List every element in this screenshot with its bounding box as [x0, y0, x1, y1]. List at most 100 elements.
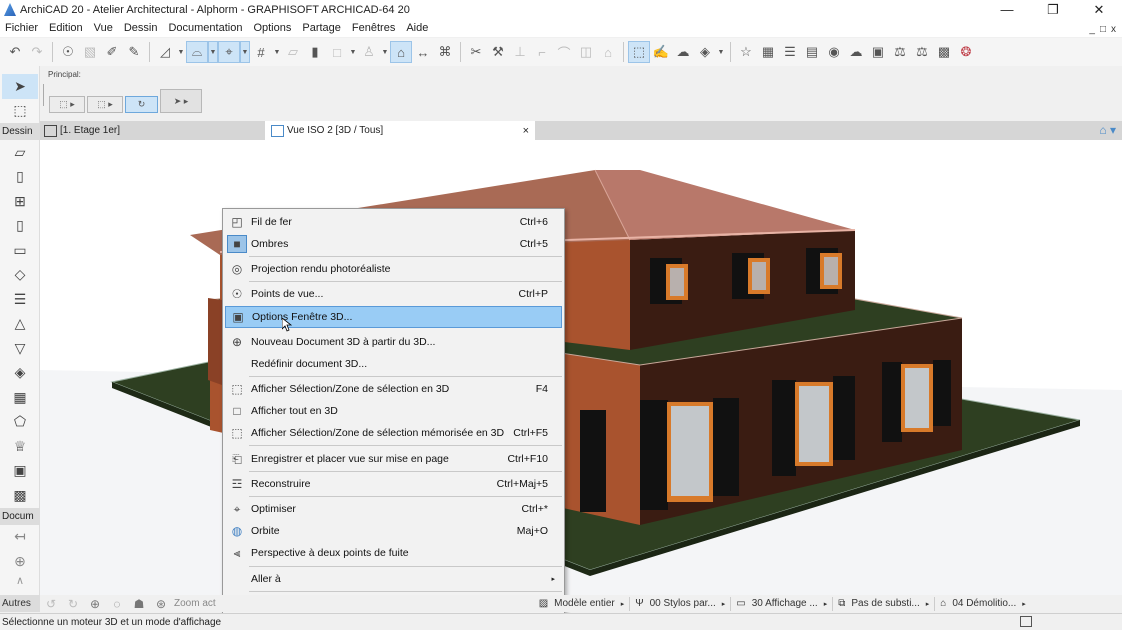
cloud-icon[interactable]: ☁	[845, 41, 867, 63]
restore-icon[interactable]: ❐	[1030, 0, 1076, 19]
chevron-down-icon[interactable]: ▼	[240, 41, 250, 63]
chevron-down-icon[interactable]: ▼	[208, 41, 218, 63]
model-view-icon[interactable]: ⌂	[390, 41, 412, 63]
marquee-method-button[interactable]: ⬚ ▸	[87, 96, 123, 113]
layout-icon[interactable]: ▦	[757, 41, 779, 63]
menu-item-nouveau-document-3d[interactable]: ⊕ Nouveau Document 3D à partir du 3D...	[225, 331, 562, 353]
toolbox-section-autres[interactable]: Autres	[0, 595, 40, 612]
navigator-house-icon[interactable]: ⌂ ▾	[1099, 123, 1116, 137]
menu-item-ombres[interactable]: ■ Ombres Ctrl+5	[225, 233, 562, 255]
scissors-icon[interactable]: ✂	[465, 41, 487, 63]
window-stack-icon[interactable]	[1020, 616, 1032, 627]
redo-icon[interactable]: ↷	[26, 41, 48, 63]
zone-tool[interactable]: ▣	[0, 459, 40, 484]
doc-minimize-icon[interactable]: _	[1089, 24, 1095, 35]
star-icon[interactable]: ☆	[735, 41, 757, 63]
brush2-icon[interactable]: ⚖	[911, 41, 933, 63]
tab-floor-plan[interactable]: [1. Etage 1er]	[44, 121, 120, 140]
menu-aide[interactable]: Aide	[401, 22, 434, 34]
menu-fenetres[interactable]: Fenêtres	[347, 22, 401, 34]
menu-edition[interactable]: Edition	[44, 22, 89, 34]
wall-tool[interactable]: ▱	[0, 140, 40, 165]
menu-documentation[interactable]: Documentation	[163, 22, 248, 34]
slab-tool[interactable]: ◇	[0, 263, 40, 288]
wrench-icon[interactable]: ⚒	[487, 41, 509, 63]
curtain-wall-tool[interactable]: ▦	[0, 385, 40, 410]
explore-icon[interactable]: ☗	[128, 597, 150, 611]
brush-icon[interactable]: ✍	[650, 41, 672, 63]
paint-icon[interactable]: ⚖	[889, 41, 911, 63]
grid-icon[interactable]: #	[250, 41, 272, 63]
arrow-tool-button[interactable]: ➤ ▸	[160, 89, 202, 113]
toolbox-section-dessin[interactable]: Dessin	[0, 123, 40, 140]
orbit-method-button[interactable]: ↻	[125, 96, 158, 113]
zoom-level[interactable]: Zoom act	[174, 598, 216, 609]
menu-item-redefinir-document-3d[interactable]: Redéfinir document 3D...	[225, 353, 562, 375]
guide-icon[interactable]: ◿	[154, 41, 176, 63]
dimension-tool[interactable]: ↤	[0, 525, 40, 550]
menu-item-afficher-selection-3d[interactable]: ⬚ Afficher Sélection/Zone de sélection e…	[225, 378, 562, 400]
morph-tool[interactable]: ⬠	[0, 410, 40, 435]
section-icon[interactable]: ▮	[304, 41, 326, 63]
stair-tool[interactable]: ☰	[0, 287, 40, 312]
more-tools-chevron[interactable]: ∧	[0, 574, 40, 588]
shell-tool[interactable]: ▽	[0, 336, 40, 361]
globe-icon[interactable]: ◉	[823, 41, 845, 63]
chevron-down-icon[interactable]: ▼	[348, 41, 358, 63]
marquee-icon[interactable]: ⬚	[628, 41, 650, 63]
cross-icon[interactable]: ⌘	[434, 41, 456, 63]
menu-vue[interactable]: Vue	[89, 22, 119, 34]
roof-icon[interactable]: ⌂	[597, 41, 619, 63]
menu-item-afficher-tout-3d[interactable]: □ Afficher tout en 3D	[225, 400, 562, 422]
chevron-down-icon[interactable]: ▼	[716, 41, 726, 63]
layer-icon[interactable]: □	[326, 41, 348, 63]
person-icon[interactable]: ♙	[358, 41, 380, 63]
orbit-nav-icon[interactable]: ◌	[106, 597, 128, 611]
undo-icon[interactable]: ↶	[4, 41, 26, 63]
split-icon[interactable]: ◫	[575, 41, 597, 63]
beam-tool[interactable]: ▭	[0, 238, 40, 263]
close-icon[interactable]: ✕	[1076, 0, 1122, 19]
graphic-override[interactable]: ⧉ Pas de substi... ▸	[833, 596, 936, 611]
find-select-icon[interactable]: ☉	[57, 41, 79, 63]
inject-icon[interactable]: ✎	[123, 41, 145, 63]
partial-structure-display[interactable]: ▨ Modèle entier ▸	[534, 596, 631, 611]
camera-doc-icon[interactable]: ▣	[867, 41, 889, 63]
menu-item-points-de-vue[interactable]: ☉ Points de vue... Ctrl+P	[225, 283, 562, 305]
skylight-tool[interactable]: ◈	[0, 361, 40, 386]
dimension-icon[interactable]: ↔	[412, 41, 434, 63]
fillet-icon[interactable]: ⌒	[553, 41, 575, 63]
menu-options[interactable]: Options	[248, 22, 297, 34]
tab-3d-view[interactable]: Vue ISO 2 [3D / Tous] ×	[265, 121, 535, 140]
snap-icon[interactable]: ⌓	[186, 41, 208, 63]
menu-item-fil-de-fer[interactable]: ◰ Fil de fer Ctrl+6	[225, 211, 562, 233]
minimize-icon[interactable]: —	[984, 0, 1030, 19]
menu-item-optimiser[interactable]: ⌖ Optimiser Ctrl+*	[225, 498, 562, 520]
object-tool[interactable]: ♕	[0, 434, 40, 459]
menu-dessin[interactable]: Dessin	[119, 22, 164, 34]
coordinate-icon[interactable]: ⌖	[218, 41, 240, 63]
publish-icon[interactable]: ▤	[801, 41, 823, 63]
undo-zoom-icon[interactable]: ↺	[40, 597, 62, 611]
chevron-down-icon[interactable]: ▼	[380, 41, 390, 63]
menu-item-perspective-deux-points[interactable]: ⫷ Perspective à deux points de fuite	[225, 542, 562, 564]
arrow-tool[interactable]: ➤	[2, 74, 38, 99]
menu-partage[interactable]: Partage	[297, 22, 347, 34]
door-tool[interactable]: ▯	[0, 165, 40, 190]
trim-icon[interactable]: ⊥	[509, 41, 531, 63]
pen-set[interactable]: Ψ 00 Stylos par... ▸	[630, 596, 732, 611]
menu-item-projection-rendu[interactable]: ◎ Projection rendu photoréaliste	[225, 258, 562, 280]
roof-tool[interactable]: △	[0, 312, 40, 337]
bimx-icon[interactable]: ❂	[955, 41, 977, 63]
fit-in-window-icon[interactable]: ⊛	[150, 597, 172, 611]
toolbox-section-documentation[interactable]: Docum	[0, 507, 40, 525]
renovation-filter[interactable]: ⌂ 04 Démolitio... ▸	[935, 597, 1030, 611]
geometry-method-button[interactable]: ⬚ ▸	[49, 96, 85, 113]
close-tab-icon[interactable]: ×	[523, 125, 529, 137]
menu-item-options-fenetre-3d[interactable]: ▣ Options Fenêtre 3D...	[225, 306, 562, 328]
menu-fichier[interactable]: Fichier	[0, 22, 44, 34]
doc-restore-icon[interactable]: □	[1100, 24, 1106, 35]
marquee-tool[interactable]: ⬚	[0, 99, 40, 124]
window-tool[interactable]: ⊞	[0, 189, 40, 214]
trace-icon[interactable]: ▱	[282, 41, 304, 63]
